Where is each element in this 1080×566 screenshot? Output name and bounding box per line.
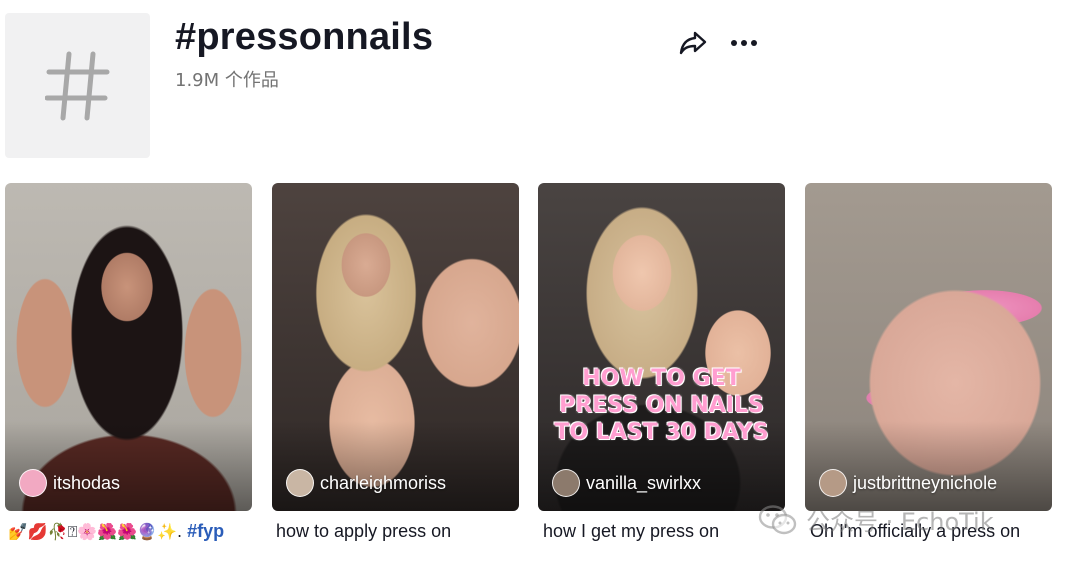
- avatar: [286, 469, 314, 497]
- more-options-button[interactable]: [726, 28, 762, 58]
- more-horizontal-icon: [731, 40, 757, 46]
- video-card[interactable]: itshodas: [5, 183, 252, 511]
- video-card[interactable]: charleighmoriss: [272, 183, 519, 511]
- hashtag-avatar: [5, 13, 150, 158]
- page-title: #pressonnails: [175, 16, 434, 58]
- avatar: [552, 469, 580, 497]
- video-caption[interactable]: how to apply press on: [276, 521, 523, 542]
- author-badge[interactable]: justbrittneynichole: [819, 469, 997, 497]
- author-username: vanilla_swirlxx: [586, 472, 702, 493]
- gradient-overlay: [805, 421, 1052, 511]
- video-caption[interactable]: how I get my press on: [543, 521, 790, 542]
- avatar: [819, 469, 847, 497]
- author-username: charleighmoriss: [320, 472, 447, 493]
- gradient-overlay: [272, 421, 519, 511]
- caption-emoji: 💅💋🥀⍰🌸🌺🌺🔮✨.: [8, 522, 183, 541]
- video-count: 1.9M 个作品: [175, 70, 279, 91]
- video-caption[interactable]: Oh I'm officially a press on: [810, 521, 1057, 542]
- author-username: itshodas: [53, 472, 121, 493]
- share-button[interactable]: [676, 28, 710, 58]
- video-caption[interactable]: 💅💋🥀⍰🌸🌺🌺🔮✨. #fyp: [8, 521, 255, 542]
- video-card[interactable]: justbrittneynichole: [805, 183, 1052, 511]
- share-arrow-icon: [679, 31, 707, 55]
- caption-hashtag-link[interactable]: #fyp: [187, 521, 224, 541]
- video-overlay-text: HOW TO GET PRESS ON NAILS TO LAST 30 DAY…: [554, 366, 769, 445]
- author-badge[interactable]: itshodas: [19, 469, 120, 497]
- gradient-overlay: [5, 421, 252, 511]
- author-badge[interactable]: vanilla_swirlxx: [552, 469, 701, 497]
- hashtag-page: #pressonnails 1.9M 个作品 itshodas 💅💋🥀⍰🌸🌺🌺🔮…: [0, 0, 1080, 566]
- video-card[interactable]: HOW TO GET PRESS ON NAILS TO LAST 30 DAY…: [538, 183, 785, 511]
- author-username: justbrittneynichole: [853, 472, 998, 493]
- avatar: [19, 469, 47, 497]
- author-badge[interactable]: charleighmoriss: [286, 469, 446, 497]
- hashtag-icon: [44, 51, 109, 120]
